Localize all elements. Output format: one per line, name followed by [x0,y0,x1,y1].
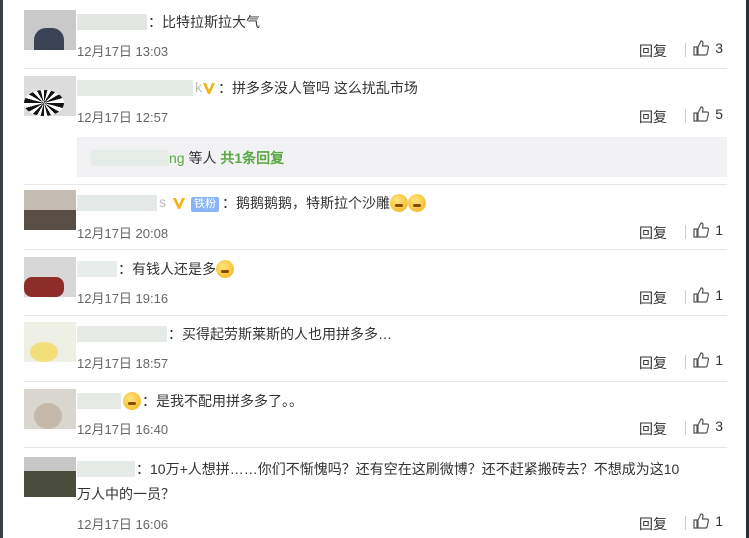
emoji-icon [216,260,234,278]
divider-line [24,381,727,382]
comment-time: 12月17日 16:40 [77,422,169,437]
divider [685,421,686,435]
comment-text: ：有钱人还是多 [118,259,234,280]
emoji-icon [408,194,426,212]
avatar[interactable] [24,76,76,116]
like-count: 1 [715,352,723,368]
like-button[interactable]: 1 [693,352,723,368]
like-count: 5 [715,106,723,122]
avatar[interactable] [24,257,76,297]
reply-button[interactable]: 回复 [639,41,667,61]
divider-line [24,249,727,250]
like-button[interactable]: 5 [693,106,723,122]
avatar[interactable] [24,457,76,497]
avatar[interactable] [24,389,76,429]
view-replies-link[interactable]: 共1条回复 [220,150,284,166]
comment-text: ：是我不配用拼多多了。。 [142,393,303,409]
reply-button[interactable]: 回复 [639,107,667,127]
thumbs-up-icon [693,352,710,368]
emoji-icon [390,194,408,212]
like-count: 1 [715,222,723,238]
thumbs-up-icon [693,513,710,529]
divider-line [24,447,727,448]
like-button[interactable]: 3 [693,418,723,434]
sub-reply-username[interactable] [91,150,169,166]
comment-text: ：拼多多没人管吗 这么扰乱市场 [200,78,418,99]
reply-button[interactable]: 回复 [639,514,667,534]
comment-text: 铁粉 ：鹅鹅鹅鹅，特斯拉个沙雕 [170,193,426,214]
comment-time: 12月17日 18:57 [77,356,169,371]
verified-v-icon [203,83,215,94]
thumbs-up-icon [693,40,710,56]
comment-time: 12月17日 19:16 [77,291,169,306]
like-count: 3 [715,40,723,56]
like-button[interactable]: 1 [693,513,723,529]
thumbs-up-icon [693,222,710,238]
crown-icon [123,392,141,410]
reply-button[interactable]: 回复 [639,223,667,243]
divider [685,225,686,239]
comment-time: 12月17日 12:57 [77,110,169,125]
avatar[interactable] [24,190,76,230]
like-button[interactable]: 3 [693,40,723,56]
reply-button[interactable]: 回复 [639,419,667,439]
like-count: 3 [715,418,723,434]
like-button[interactable]: 1 [693,287,723,303]
comment-time: 12月17日 20:08 [77,226,169,241]
divider-line [24,184,727,185]
window-edge-left [0,0,3,538]
divider [685,109,686,123]
avatar[interactable] [24,322,76,362]
like-count: 1 [715,513,723,529]
thumbs-up-icon [693,106,710,122]
divider [685,516,686,530]
avatar[interactable] [24,10,76,50]
comment-text: ：10万+人想拼……你们不惭愧吗？还有空在这刷微博？还不赶紧搬砖去？不想成为这1… [136,461,680,477]
fan-badge: 铁粉 [191,197,219,212]
divider [685,355,686,369]
thumbs-up-icon [693,287,710,303]
like-button[interactable]: 1 [693,222,723,238]
like-count: 1 [715,287,723,303]
comment-text-continued: 万人中的一员？ [77,486,175,502]
reply-button[interactable]: 回复 [639,288,667,308]
divider-line [24,315,727,316]
divider [685,43,686,57]
comment-text: ：买得起劳斯莱斯的人也用拼多多… [168,326,392,342]
divider [685,290,686,304]
reply-button[interactable]: 回复 [639,353,667,373]
thumbs-up-icon [693,418,710,434]
verified-v-icon [173,198,185,209]
sub-reply-box[interactable]: ng 等人 共1条回复 [77,137,727,177]
comment-time: 12月17日 16:06 [77,517,169,532]
comment-text: ：比特拉斯拉大气 [148,14,260,30]
comment-time: 12月17日 13:03 [77,44,169,59]
comment-list: ：比特拉斯拉大气 12月17日 13:03 回复 3 k ：拼多多没人管吗 这么… [0,0,749,538]
divider-line [24,68,727,69]
